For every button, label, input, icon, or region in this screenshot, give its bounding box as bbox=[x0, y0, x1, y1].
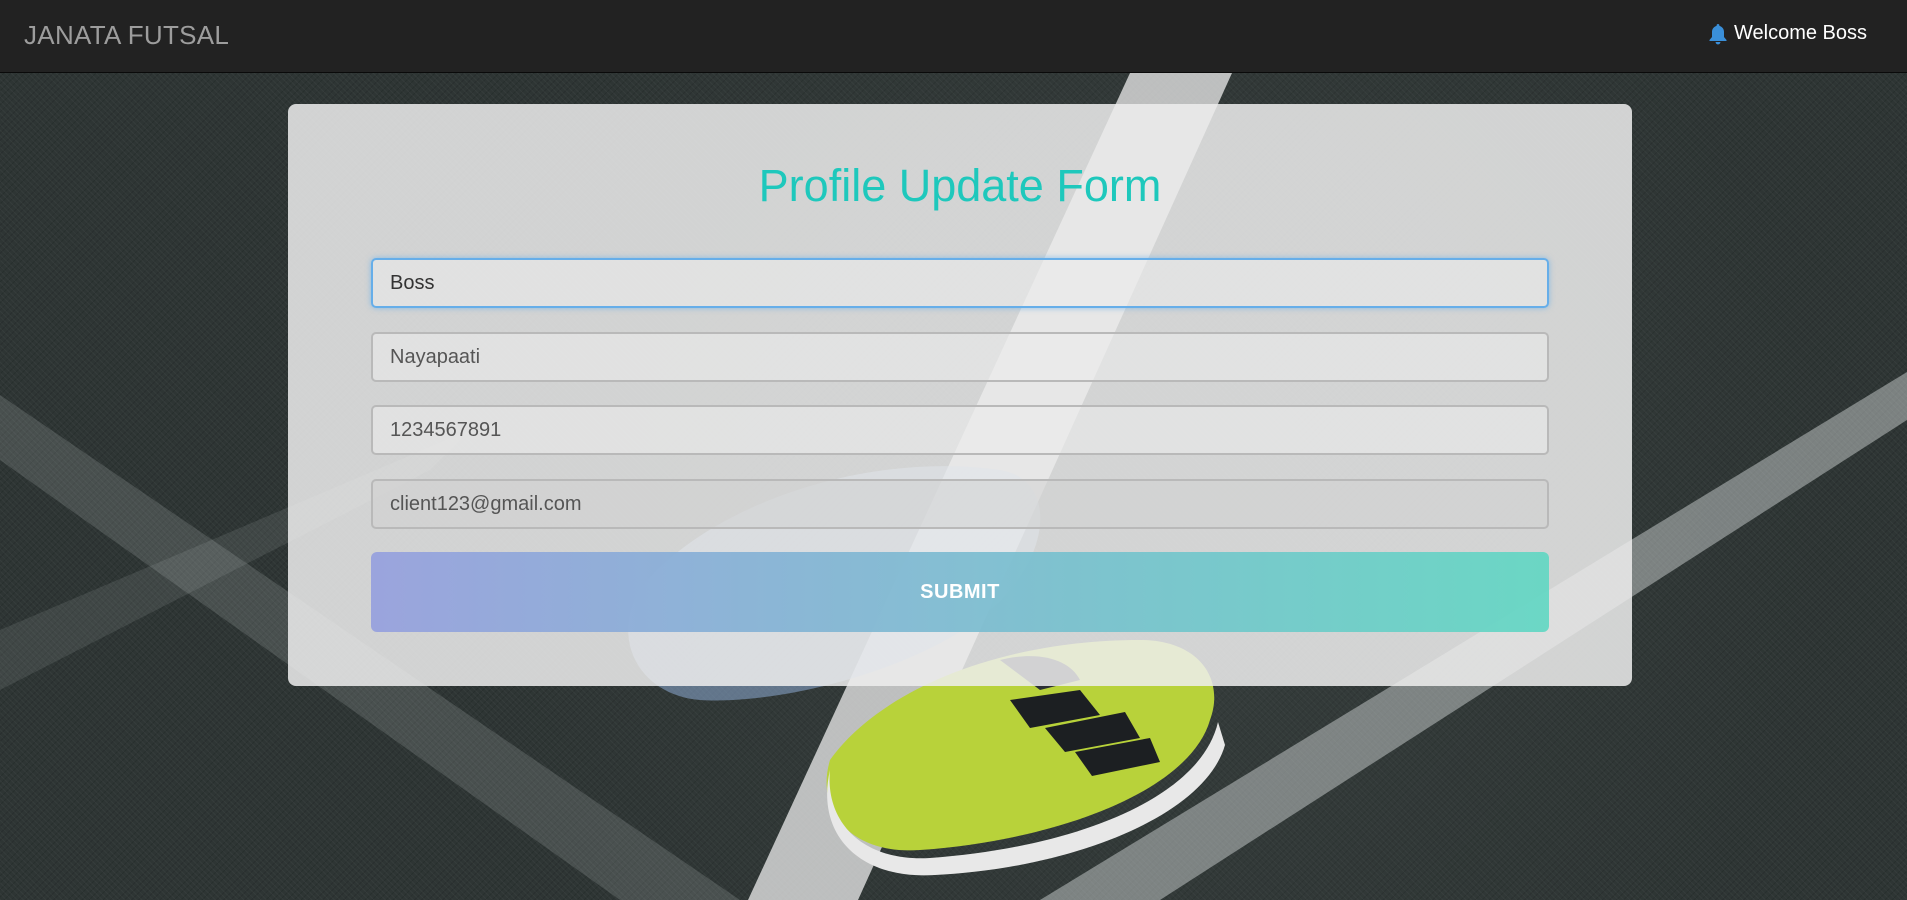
address-field[interactable] bbox=[371, 332, 1549, 382]
brand-logo-text[interactable]: JANATA FUTSAL bbox=[24, 20, 229, 51]
form-title: Profile Update Form bbox=[758, 160, 1162, 211]
navbar: JANATA FUTSAL Welcome Boss bbox=[0, 0, 1907, 73]
welcome-user-link[interactable]: Welcome Boss bbox=[1708, 22, 1867, 45]
bell-icon bbox=[1709, 23, 1727, 44]
email-field[interactable] bbox=[371, 479, 1549, 529]
phone-field[interactable] bbox=[371, 405, 1549, 455]
submit-button[interactable]: SUBMIT bbox=[371, 552, 1549, 632]
name-field[interactable] bbox=[371, 258, 1549, 308]
profile-form-card: Profile Update Form SUBMIT bbox=[288, 104, 1632, 686]
welcome-text: Welcome Boss bbox=[1733, 22, 1867, 44]
